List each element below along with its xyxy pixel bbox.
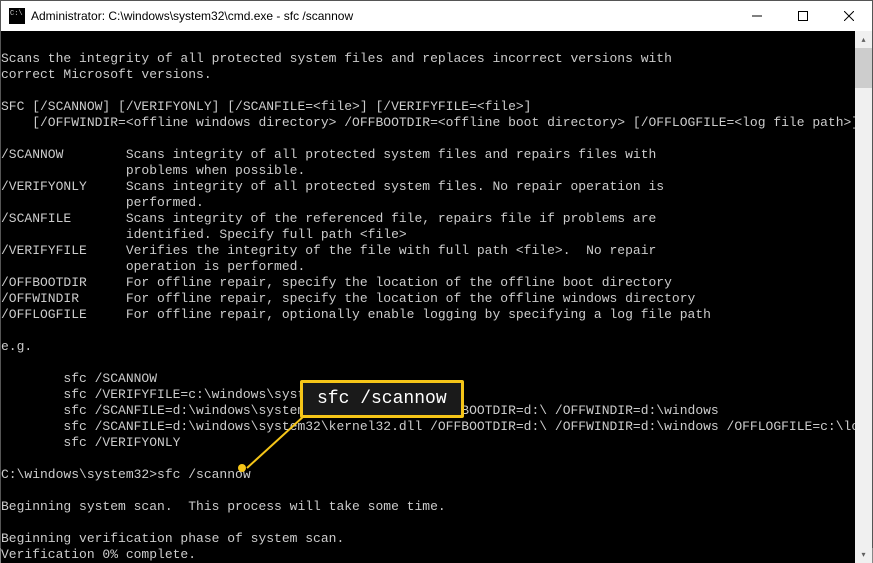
annotation-callout: sfc /scannow <box>300 380 464 418</box>
window-controls <box>734 1 872 31</box>
titlebar[interactable]: Administrator: C:\windows\system32\cmd.e… <box>1 1 872 31</box>
cmd-window: Administrator: C:\windows\system32\cmd.e… <box>0 0 873 548</box>
vertical-scrollbar[interactable]: ▴ ▾ <box>855 31 872 563</box>
scroll-down-arrow[interactable]: ▾ <box>855 546 872 563</box>
terminal-output[interactable]: Scans the integrity of all protected sys… <box>1 31 855 563</box>
client-area: Scans the integrity of all protected sys… <box>1 31 872 563</box>
scroll-thumb[interactable] <box>855 48 872 88</box>
close-button[interactable] <box>826 1 872 31</box>
minimize-button[interactable] <box>734 1 780 31</box>
maximize-button[interactable] <box>780 1 826 31</box>
cmd-icon <box>9 8 25 24</box>
scroll-up-arrow[interactable]: ▴ <box>855 31 872 48</box>
window-title: Administrator: C:\windows\system32\cmd.e… <box>31 9 734 23</box>
